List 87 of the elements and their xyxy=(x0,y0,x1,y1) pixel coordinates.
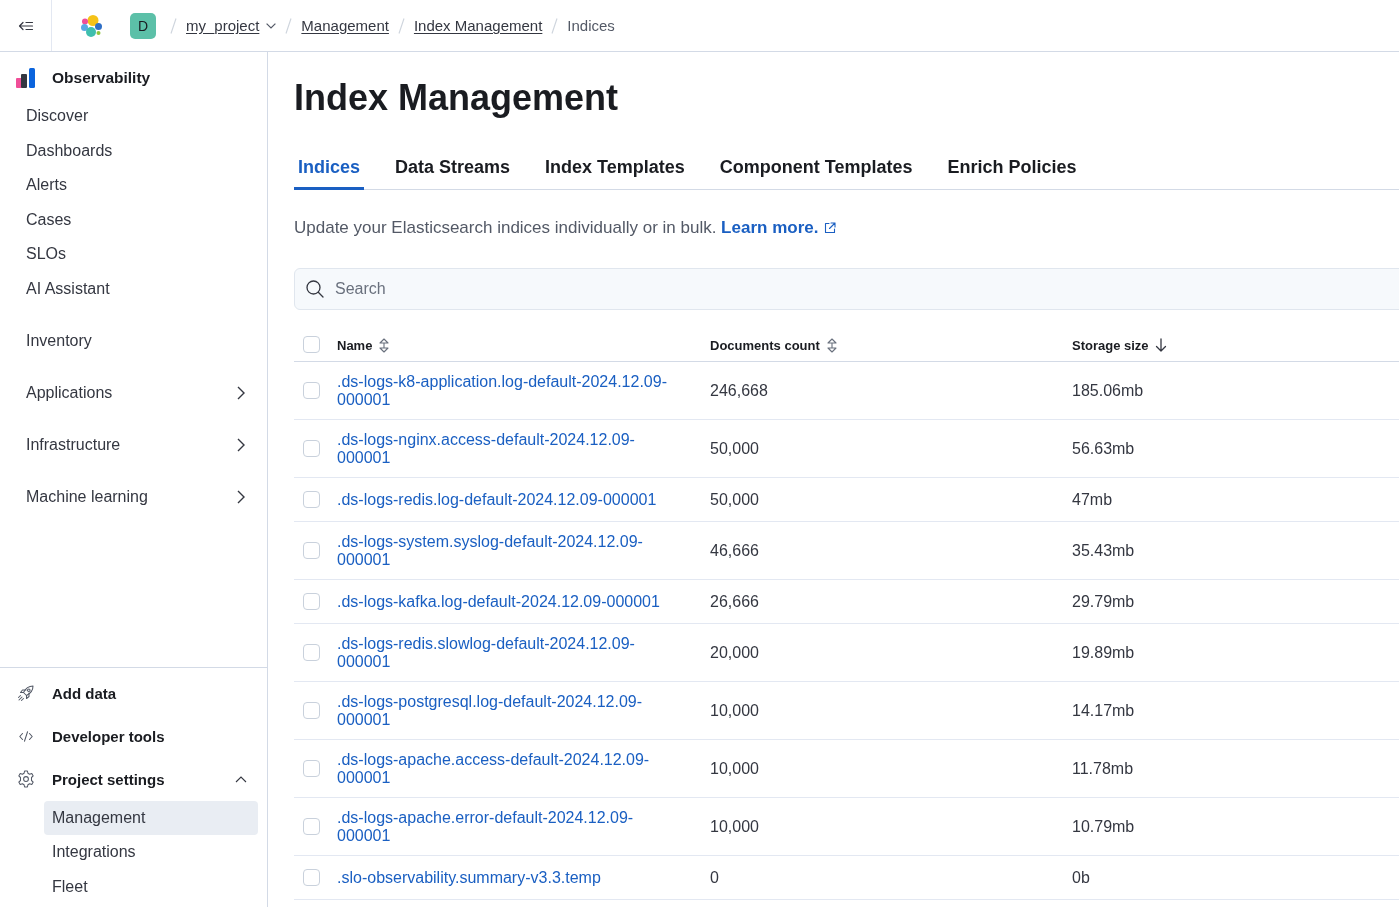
table-cell: 10,000 xyxy=(710,701,759,719)
breadcrumb-current: Indices xyxy=(567,17,615,34)
separator-icon xyxy=(397,17,405,34)
search-icon xyxy=(306,280,324,298)
tab[interactable]: Enrich Policies xyxy=(943,148,1081,190)
breadcrumb-link[interactable]: Management xyxy=(301,17,389,34)
nav-item[interactable]: Dashboards xyxy=(0,133,267,168)
index-name-link[interactable]: .ds-logs-nginx.access-default-2024.12.09-000001 xyxy=(337,430,677,467)
tab[interactable]: Indices xyxy=(294,148,365,190)
nav-item[interactable]: Machine learning xyxy=(0,470,267,523)
row-checkbox[interactable] xyxy=(303,818,320,835)
row-checkbox[interactable] xyxy=(303,760,320,777)
index-name-link[interactable]: .ds-logs-apache.access-default-2024.12.09-000001 xyxy=(337,750,677,787)
external-link-icon xyxy=(824,222,837,234)
index-name-link[interactable]: .ds-logs-postgresql.log-default-2024.12.09-000001 xyxy=(337,692,677,729)
row-checkbox[interactable] xyxy=(303,869,320,886)
index-name-link[interactable]: .ds-logs-k8-application.log-default-2024.12.09-000001 xyxy=(337,372,677,409)
description-text: Update your Elasticsearch indices individually or in bulk. Learn more. xyxy=(294,216,1399,240)
table-cell: 185.06mb xyxy=(1072,381,1144,399)
row-checkbox[interactable] xyxy=(303,491,320,508)
select-all-checkbox[interactable] xyxy=(303,336,320,353)
tab[interactable]: Component Templates xyxy=(715,148,917,190)
nav-item[interactable]: Infrastructure xyxy=(0,418,267,471)
learn-more-link[interactable]: Learn more. xyxy=(721,218,837,237)
index-name-link[interactable]: .ds-logs-apache.error-default-2024.12.09-000001 xyxy=(337,808,677,845)
nav-subitem[interactable]: Fleet xyxy=(44,869,258,904)
column-header[interactable]: Name xyxy=(337,337,391,353)
row-checkbox[interactable] xyxy=(303,593,320,610)
separator-icon xyxy=(285,17,293,34)
nav-item[interactable]: AI Assistant xyxy=(0,271,267,306)
table-cell: 29.79mb xyxy=(1072,592,1135,610)
table-cell: 19.89mb xyxy=(1072,643,1135,661)
nav-item[interactable]: SLOs xyxy=(0,236,267,272)
nav-item[interactable]: Add data xyxy=(0,671,267,715)
table-cell: 35.43mb xyxy=(1072,541,1135,559)
index-name-link[interactable]: .ds-logs-redis.log-default-2024.12.09-000001 xyxy=(337,490,677,509)
search-field[interactable]: Search xyxy=(294,268,1399,310)
nav-subitem[interactable]: Management xyxy=(44,800,258,835)
nav-item[interactable]: Cases xyxy=(0,202,267,237)
table-cell: 56.63mb xyxy=(1072,439,1135,457)
row-checkbox[interactable] xyxy=(303,644,320,661)
nav-item[interactable]: Project settings xyxy=(0,757,267,801)
index-name-link[interactable]: .ds-logs-system.syslog-default-2024.12.09-000001 xyxy=(337,532,677,569)
column-header[interactable]: Documents count xyxy=(710,337,838,353)
code-icon xyxy=(19,730,33,742)
row-checkbox[interactable] xyxy=(303,542,320,559)
table-cell: 246,668 xyxy=(710,381,768,399)
breadcrumb-link[interactable]: Index Management xyxy=(413,17,543,34)
index-name-link[interactable]: .ds-logs-redis.slowlog-default-2024.12.09-000001 xyxy=(337,634,677,671)
table-cell: 46,666 xyxy=(710,541,759,559)
table-cell: 10,000 xyxy=(710,759,759,777)
logo-icon[interactable] xyxy=(79,13,103,38)
separator-icon xyxy=(170,17,177,34)
nav-item[interactable]: Applications xyxy=(0,366,267,419)
nav-item[interactable]: Inventory xyxy=(0,314,267,367)
tab[interactable]: Data Streams xyxy=(391,148,515,190)
table-cell: 10.79mb xyxy=(1072,817,1135,835)
avatar[interactable]: D xyxy=(130,12,156,39)
column-header[interactable]: Storage size xyxy=(1072,337,1167,353)
row-checkbox[interactable] xyxy=(303,382,320,399)
rocket-icon xyxy=(18,685,34,701)
breadcrumb-dropdown[interactable]: my_project xyxy=(186,17,277,34)
row-checkbox[interactable] xyxy=(303,702,320,719)
table-cell: 26,666 xyxy=(710,592,759,610)
table-cell: 14.17mb xyxy=(1072,701,1135,719)
table-cell: 0b xyxy=(1072,868,1090,886)
index-name-link[interactable]: .slo-observability.summary-v3.3.temp xyxy=(337,868,677,887)
separator-icon xyxy=(551,17,559,34)
sidebar-title: Observability xyxy=(52,69,151,87)
table-cell: 10,000 xyxy=(710,817,759,835)
table-cell: 50,000 xyxy=(710,439,759,457)
nav-item[interactable]: Developer tools xyxy=(0,714,267,758)
table-cell: 47mb xyxy=(1072,490,1113,508)
page-title: Index Management xyxy=(294,76,620,120)
index-name-link[interactable]: .ds-logs-kafka.log-default-2024.12.09-000001 xyxy=(337,592,677,611)
gear-icon xyxy=(17,770,35,788)
bar-chart-icon xyxy=(16,68,36,88)
table-cell: 11.78mb xyxy=(1072,759,1134,777)
table-cell: 0 xyxy=(710,868,719,886)
nav-subitem[interactable]: Integrations xyxy=(44,835,258,870)
row-checkbox[interactable] xyxy=(303,440,320,457)
tab[interactable]: Index Templates xyxy=(541,148,689,190)
nav-item[interactable]: Discover xyxy=(0,98,267,134)
caret-icon xyxy=(266,22,277,29)
table-cell: 50,000 xyxy=(710,490,759,508)
nav-item[interactable]: Alerts xyxy=(0,167,267,203)
table-cell: 20,000 xyxy=(710,643,759,661)
